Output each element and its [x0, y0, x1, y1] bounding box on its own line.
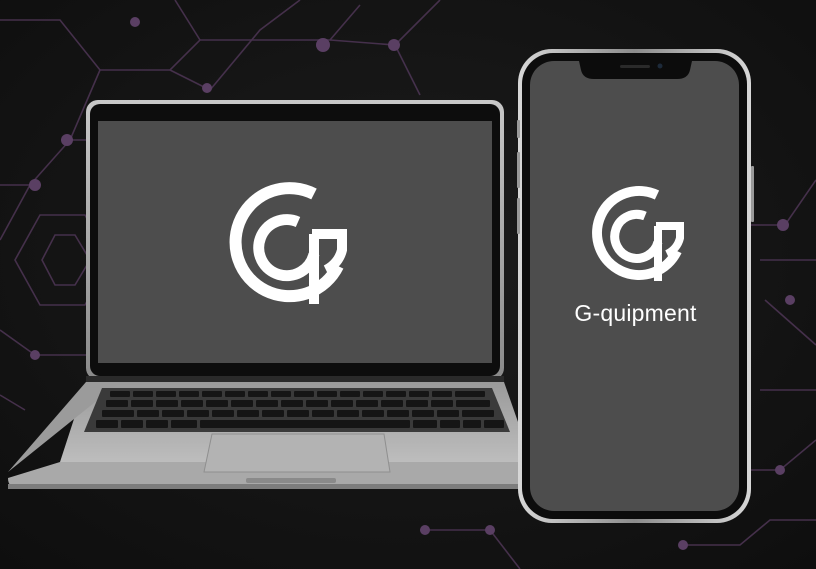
phone-mockup: G-quipment	[517, 48, 754, 524]
brand-name: G-quipment	[574, 300, 697, 326]
laptop-screen	[98, 121, 492, 363]
phone-frame	[517, 49, 754, 523]
